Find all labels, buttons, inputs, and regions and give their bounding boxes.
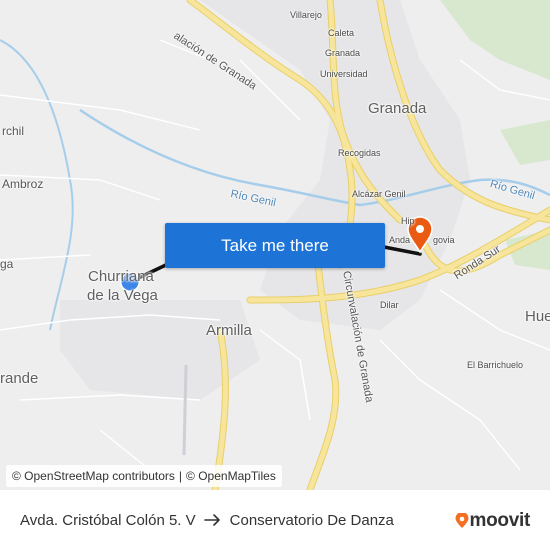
map-view[interactable]: Villarejo Caleta Granada Universidad Gra… [0,0,550,490]
place-label: govia [433,235,455,245]
urban-area [60,300,260,400]
place-label: El Barrichuelo [467,360,524,370]
place-label: Universidad [320,69,368,79]
destination-stop-label: Conservatorio De Danza [229,511,394,529]
place-label: Anda [389,235,411,245]
map-attribution: © OpenStreetMap contributors | © OpenMap… [6,465,282,487]
place-label: Dilar [380,300,399,310]
town-label: de la Vega [87,287,158,304]
runway [182,364,188,456]
moovit-mark-icon [455,513,469,528]
place-label: Granada [325,48,361,58]
town-label: rande [0,370,39,387]
place-label: Ambroz [2,177,44,191]
trip-footer: Avda. Cristóbal Colón 5. V Conservatorio… [0,490,550,550]
place-label: Caleta [328,28,355,38]
park-area [500,120,550,165]
place-label: ga [0,257,14,271]
attribution-separator: | [178,469,183,483]
moovit-logo[interactable]: moovit [454,510,530,532]
town-label: Churriana [88,268,154,285]
place-label: Alcázar Genil [352,189,406,199]
omt-attribution-link[interactable]: © OpenMapTiles [186,469,276,483]
take-me-there-button[interactable]: Take me there [165,223,385,268]
place-label: Villarejo [290,10,322,20]
place-label: Hip [401,216,415,226]
city-label: Granada [368,100,427,117]
town-label: Armilla [206,322,252,339]
osm-attribution-link[interactable]: © OpenStreetMap contributors [12,469,175,483]
arrow-right-icon [203,514,220,526]
place-label: rchil [2,124,25,138]
moovit-wordmark: moovit [469,510,531,531]
place-label: Recogidas [338,148,381,158]
town-label: Hue [525,308,550,325]
origin-stop-label: Avda. Cristóbal Colón 5. V [20,511,196,529]
park-area [440,0,550,80]
